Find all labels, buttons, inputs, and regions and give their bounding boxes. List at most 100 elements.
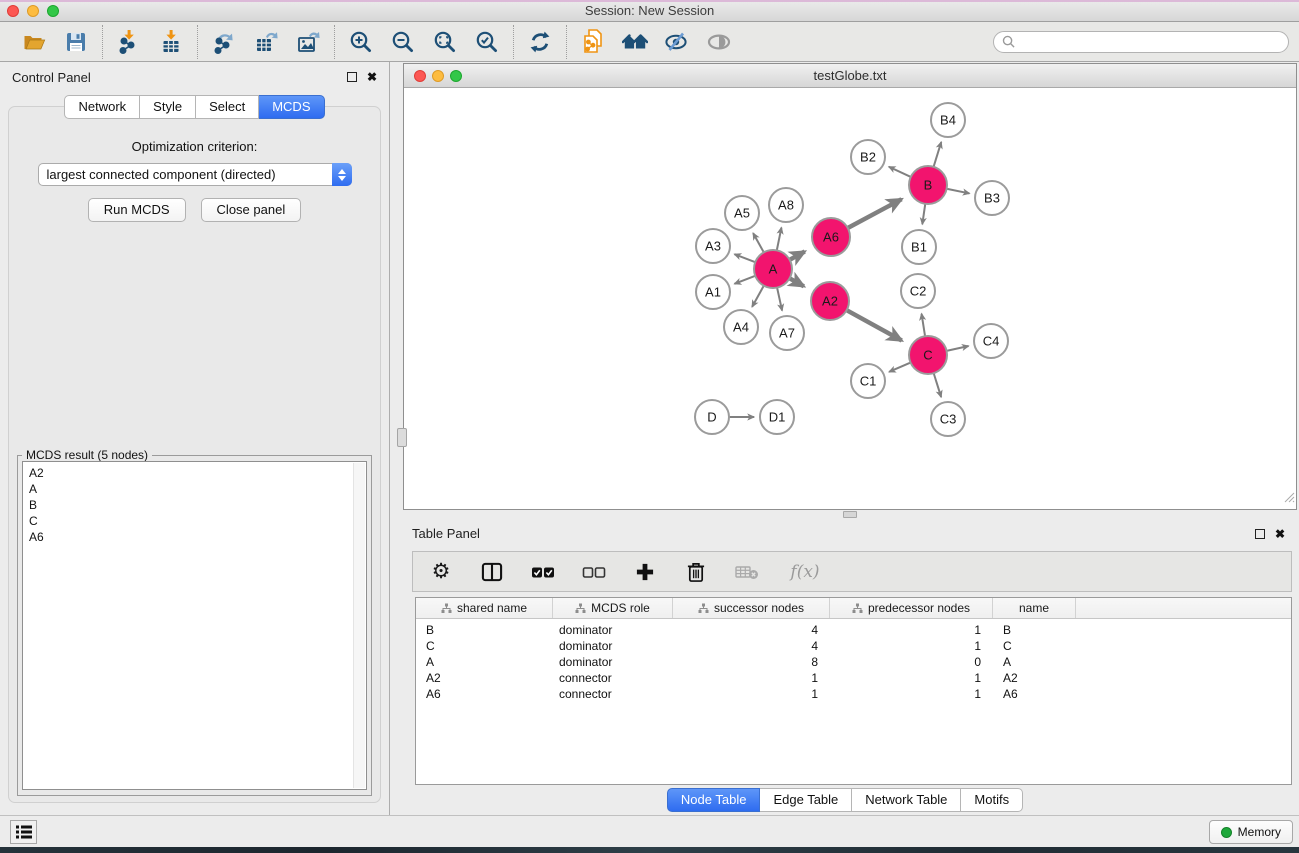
graph-node-C[interactable]: C (909, 336, 947, 374)
import-table-icon[interactable] (158, 29, 184, 55)
column-header-successor-nodes[interactable]: successor nodes (673, 598, 830, 618)
column-header-predecessor-nodes[interactable]: predecessor nodes (830, 598, 993, 618)
mcds-result-list[interactable]: A2ABCA6 (22, 461, 367, 790)
hide-graphics-details-icon[interactable] (706, 29, 732, 55)
close-panel-icon[interactable]: ✖ (367, 72, 377, 82)
table-settings-icon[interactable]: ⚙ (429, 560, 453, 584)
task-history-button[interactable] (10, 820, 37, 844)
zoom-in-icon[interactable] (348, 29, 374, 55)
mcds-result-item[interactable]: A2 (29, 465, 366, 481)
tab-node-table[interactable]: Node Table (667, 788, 761, 812)
graph-node-B2[interactable]: B2 (851, 140, 885, 174)
graph-node-A2[interactable]: A2 (811, 282, 849, 320)
graph-node-A1[interactable]: A1 (696, 275, 730, 309)
export-image-icon[interactable] (295, 29, 321, 55)
graph-edge-C-C2[interactable] (922, 314, 926, 337)
graph-node-D1[interactable]: D1 (760, 400, 794, 434)
graph-node-B1[interactable]: B1 (902, 230, 936, 264)
graph-node-A3[interactable]: A3 (696, 229, 730, 263)
graph-edge-A-A5[interactable] (753, 233, 764, 252)
network-file-icon[interactable] (580, 29, 606, 55)
graph-edge-A-A2[interactable] (790, 278, 804, 286)
graph-edge-C-C4[interactable] (947, 346, 969, 351)
close-panel-button[interactable]: Close panel (201, 198, 302, 222)
close-panel-icon[interactable]: ✖ (1275, 529, 1285, 539)
float-panel-icon[interactable] (1255, 529, 1265, 539)
graph-edge-A-A1[interactable] (734, 276, 755, 284)
graph-edge-A-A4[interactable] (752, 286, 764, 307)
table-row[interactable]: A6connector11A6 (416, 686, 1291, 702)
table-row[interactable]: Adominator80A (416, 654, 1291, 670)
criterion-dropdown[interactable]: largest connected component (directed) (38, 163, 352, 186)
zoom-selected-icon[interactable] (474, 29, 500, 55)
graph-node-A5[interactable]: A5 (725, 196, 759, 230)
save-session-icon[interactable] (63, 29, 89, 55)
select-all-icon[interactable] (531, 560, 555, 584)
horizontal-splitter-handle[interactable] (843, 511, 857, 518)
tab-mcds[interactable]: MCDS (259, 95, 324, 119)
graph-edge-A6-B[interactable] (848, 199, 902, 228)
show-columns-icon[interactable] (480, 560, 504, 584)
graph-node-C4[interactable]: C4 (974, 324, 1008, 358)
graph-node-C2[interactable]: C2 (901, 274, 935, 308)
tab-edge-table[interactable]: Edge Table (760, 788, 852, 812)
zoom-fit-icon[interactable] (432, 29, 458, 55)
graph-node-A4[interactable]: A4 (724, 310, 758, 344)
node-table[interactable]: shared name MCDS role successor nodes pr… (415, 597, 1292, 785)
zoom-out-icon[interactable] (390, 29, 416, 55)
export-table-icon[interactable] (253, 29, 279, 55)
graph-edge-A2-C[interactable] (847, 310, 902, 340)
graph-node-B[interactable]: B (909, 166, 947, 204)
add-row-icon[interactable] (633, 560, 657, 584)
graph-edge-C-C1[interactable] (889, 363, 910, 372)
scrollbar[interactable] (353, 463, 365, 788)
graph-node-D[interactable]: D (695, 400, 729, 434)
tab-style[interactable]: Style (140, 95, 196, 119)
table-row[interactable]: Bdominator41B (416, 622, 1291, 638)
unselect-all-icon[interactable] (582, 560, 606, 584)
search-input[interactable] (1020, 35, 1280, 49)
graph-edge-A-A8[interactable] (777, 228, 782, 251)
refresh-icon[interactable] (527, 29, 553, 55)
graph-node-B4[interactable]: B4 (931, 103, 965, 137)
import-network-icon[interactable] (116, 29, 142, 55)
tab-motifs[interactable]: Motifs (961, 788, 1023, 812)
graph-edge-B-B1[interactable] (922, 204, 925, 224)
graph-node-A7[interactable]: A7 (770, 316, 804, 350)
table-row[interactable]: Cdominator41C (416, 638, 1291, 654)
column-header-name[interactable]: name (993, 598, 1076, 618)
delete-row-icon[interactable] (684, 560, 708, 584)
mcds-result-item[interactable]: C (29, 513, 366, 529)
graph-node-C3[interactable]: C3 (931, 402, 965, 436)
mcds-result-item[interactable]: B (29, 497, 366, 513)
graph-edge-A-A7[interactable] (777, 288, 782, 311)
show-graphics-details-icon[interactable] (664, 29, 690, 55)
run-mcds-button[interactable]: Run MCDS (88, 198, 186, 222)
tab-network-table[interactable]: Network Table (852, 788, 961, 812)
column-header-shared-name[interactable]: shared name (416, 598, 553, 618)
search-field[interactable] (993, 31, 1289, 53)
graph-node-C1[interactable]: C1 (851, 364, 885, 398)
resize-grip-icon[interactable] (1282, 490, 1295, 508)
tab-network[interactable]: Network (64, 95, 140, 119)
column-header-mcds-role[interactable]: MCDS role (553, 598, 673, 618)
vertical-splitter-handle[interactable] (397, 428, 407, 447)
float-panel-icon[interactable] (347, 72, 357, 82)
graph-node-A6[interactable]: A6 (812, 218, 850, 256)
mcds-result-item[interactable]: A6 (29, 529, 366, 545)
graph-edge-C-C3[interactable] (934, 373, 941, 397)
open-file-icon[interactable] (21, 29, 47, 55)
graph-edge-B-B2[interactable] (889, 167, 911, 177)
graph-node-A[interactable]: A (754, 250, 792, 288)
mcds-result-item[interactable]: A (29, 481, 366, 497)
graph-edge-B-B4[interactable] (934, 142, 942, 167)
graph-edge-A-A6[interactable] (790, 251, 805, 259)
tab-select[interactable]: Select (196, 95, 259, 119)
graph-edge-B-B3[interactable] (947, 189, 970, 194)
network-window-titlebar[interactable]: testGlobe.txt (404, 64, 1296, 88)
export-network-icon[interactable] (211, 29, 237, 55)
home-icon[interactable] (622, 29, 648, 55)
network-canvas[interactable]: B4B2BB3A8A5A6B1A3AA1C2A2A4A7C4CC1C3DD1 (404, 88, 1296, 509)
graph-node-B3[interactable]: B3 (975, 181, 1009, 215)
graph-edge-A-A3[interactable] (734, 254, 755, 262)
